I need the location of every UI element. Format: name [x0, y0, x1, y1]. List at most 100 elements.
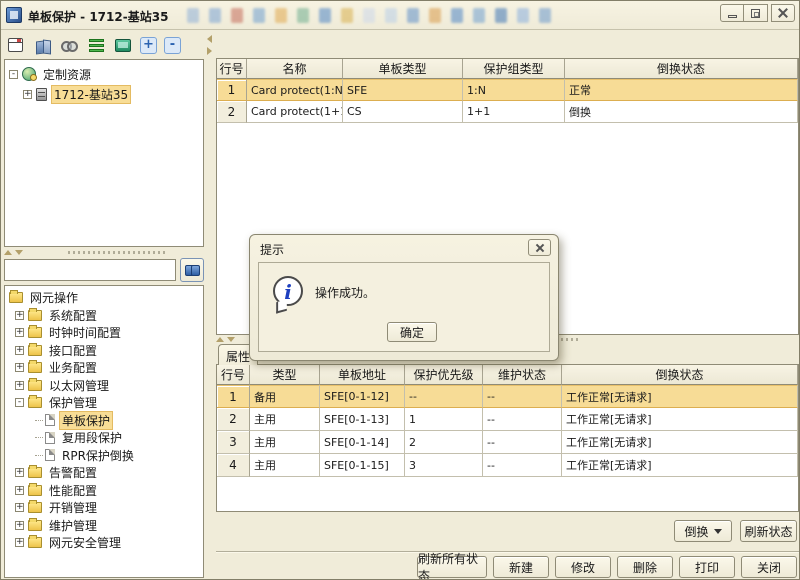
tree-item-label[interactable]: 以太网管理 — [46, 377, 112, 394]
table-cell[interactable]: 主用 — [250, 454, 320, 477]
expand-icon[interactable]: + — [15, 311, 24, 320]
tree-item-label[interactable]: 时钟时间配置 — [46, 324, 124, 341]
tree-item[interactable]: + 开销管理 — [5, 499, 203, 517]
expand-icon[interactable]: + — [15, 468, 24, 477]
table-row[interactable]: 2Card protect(1+1)_68096CS1+1倒换 — [217, 101, 798, 123]
tree-item[interactable]: +1712-基站35 — [5, 84, 203, 104]
tree-item-label[interactable]: 接口配置 — [46, 342, 100, 359]
splitter-down-icon[interactable] — [227, 337, 235, 342]
collapse-all-button[interactable]: - — [164, 37, 181, 54]
left-splitter[interactable] — [4, 248, 204, 257]
tree-item-label[interactable]: 性能配置 — [46, 482, 100, 499]
new-button[interactable]: 新建 — [493, 556, 549, 578]
expand-icon[interactable]: + — [15, 346, 24, 355]
table-cell[interactable]: Card protect(1+1)_68096 — [247, 101, 343, 123]
table-cell[interactable]: 主用 — [250, 431, 320, 454]
splitter-down-icon[interactable] — [15, 250, 23, 255]
tree-item[interactable]: - 定制资源 — [5, 64, 203, 84]
tree-item-label[interactable]: 网元安全管理 — [46, 534, 124, 551]
expand-icon[interactable]: + — [15, 503, 24, 512]
minimize-button[interactable] — [720, 4, 744, 22]
expand-icon[interactable]: + — [15, 538, 24, 547]
collapse-icon[interactable]: - — [15, 398, 24, 407]
tree-item-label[interactable]: 定制资源 — [40, 66, 94, 83]
row-number-cell[interactable]: 3 — [217, 431, 250, 454]
table-cell[interactable]: 1:N — [463, 79, 565, 101]
tree-item-label[interactable]: 网元操作 — [27, 289, 81, 306]
find-button[interactable] — [180, 258, 204, 282]
expand-icon[interactable]: + — [15, 328, 24, 337]
tree-item-label[interactable]: 系统配置 — [46, 307, 100, 324]
tree-item[interactable]: 复用段保护 — [5, 429, 203, 447]
table-cell[interactable]: SFE — [343, 79, 463, 101]
table-cell[interactable]: -- — [483, 385, 562, 408]
tree-item[interactable]: - 保护管理 — [5, 394, 203, 412]
tree-item[interactable]: + 性能配置 — [5, 482, 203, 500]
glasses-icon[interactable] — [59, 35, 79, 55]
table-cell[interactable]: SFE[0-1-14] — [320, 431, 405, 454]
tree-item-label[interactable]: 维护管理 — [46, 517, 100, 534]
tree-item-label[interactable]: 开销管理 — [46, 499, 100, 516]
table-cell[interactable]: -- — [483, 431, 562, 454]
expand-icon[interactable]: + — [15, 486, 24, 495]
table-cell[interactable]: CS — [343, 101, 463, 123]
list-icon[interactable] — [86, 35, 106, 55]
table-cell[interactable]: SFE[0-1-13] — [320, 408, 405, 431]
table-cell[interactable]: 工作正常[无请求] — [562, 385, 798, 408]
print-button[interactable]: 打印 — [679, 556, 735, 578]
expand-icon[interactable]: + — [15, 521, 24, 530]
maximize-button[interactable] — [744, 4, 768, 22]
column-header[interactable]: 名称 — [247, 59, 343, 79]
table-cell[interactable]: SFE[0-1-15] — [320, 454, 405, 477]
expand-icon[interactable]: + — [15, 363, 24, 372]
table-cell[interactable]: 主用 — [250, 408, 320, 431]
books-icon[interactable] — [32, 35, 52, 55]
refresh-status-button[interactable]: 刷新状态 — [740, 520, 797, 542]
tree-item-label[interactable]: 保护管理 — [46, 394, 100, 411]
column-header[interactable]: 类型 — [250, 365, 320, 385]
tree-item-label[interactable]: 复用段保护 — [59, 429, 125, 446]
column-header[interactable]: 维护状态 — [483, 365, 562, 385]
switch-button[interactable]: 倒换 — [674, 520, 732, 542]
column-header[interactable]: 行号 — [217, 365, 250, 385]
column-header[interactable]: 单板类型 — [343, 59, 463, 79]
table-cell[interactable]: 倒换 — [565, 101, 798, 123]
expand-all-button[interactable]: + — [140, 37, 157, 54]
collapse-left-icon[interactable] — [207, 35, 212, 43]
tree-item-label[interactable]: 单板保护 — [59, 411, 113, 430]
dialog-close-button[interactable] — [528, 239, 551, 256]
table-cell[interactable]: -- — [483, 454, 562, 477]
tree-item[interactable]: +业务配置 — [5, 359, 203, 377]
save-icon[interactable] — [5, 35, 25, 55]
table-row[interactable]: 1备用SFE[0-1-12]----工作正常[无请求] — [217, 385, 798, 408]
close-window-button[interactable]: 关闭 — [741, 556, 797, 578]
tree-item[interactable]: 单板保护 — [5, 412, 203, 430]
table-cell[interactable]: 2 — [405, 431, 483, 454]
column-header[interactable]: 单板地址 — [320, 365, 405, 385]
expand-icon[interactable]: + — [23, 90, 32, 99]
table-cell[interactable]: Card protect(1:N)_1 — [247, 79, 343, 101]
row-number-cell[interactable]: 2 — [217, 101, 247, 123]
tree-item[interactable]: + 以太网管理 — [5, 377, 203, 395]
refresh-all-status-button[interactable]: 刷新所有状态 — [417, 556, 487, 578]
row-number-cell[interactable]: 1 — [217, 79, 247, 101]
table-cell[interactable]: -- — [483, 408, 562, 431]
collapse-icon[interactable]: - — [9, 70, 18, 79]
column-header[interactable]: 行号 — [217, 59, 247, 79]
table-row[interactable]: 4主用SFE[0-1-15]3--工作正常[无请求] — [217, 454, 798, 477]
table-cell[interactable]: 工作正常[无请求] — [562, 454, 798, 477]
expand-icon[interactable]: + — [15, 381, 24, 390]
table-cell[interactable]: 备用 — [250, 385, 320, 408]
column-header[interactable]: 保护组类型 — [463, 59, 565, 79]
table-cell[interactable]: 正常 — [565, 79, 798, 101]
terminal-icon[interactable] — [113, 35, 133, 55]
table-cell[interactable]: 1 — [405, 408, 483, 431]
table-cell[interactable]: 工作正常[无请求] — [562, 431, 798, 454]
table-cell[interactable]: SFE[0-1-12] — [320, 385, 405, 408]
column-header[interactable]: 倒换状态 — [562, 365, 798, 385]
tree-item[interactable]: + 维护管理 — [5, 517, 203, 535]
modify-button[interactable]: 修改 — [555, 556, 611, 578]
tree-item[interactable]: + 时钟时间配置 — [5, 324, 203, 342]
column-header[interactable]: 保护优先级 — [405, 365, 483, 385]
tree-item[interactable]: 网元操作 — [5, 289, 203, 307]
